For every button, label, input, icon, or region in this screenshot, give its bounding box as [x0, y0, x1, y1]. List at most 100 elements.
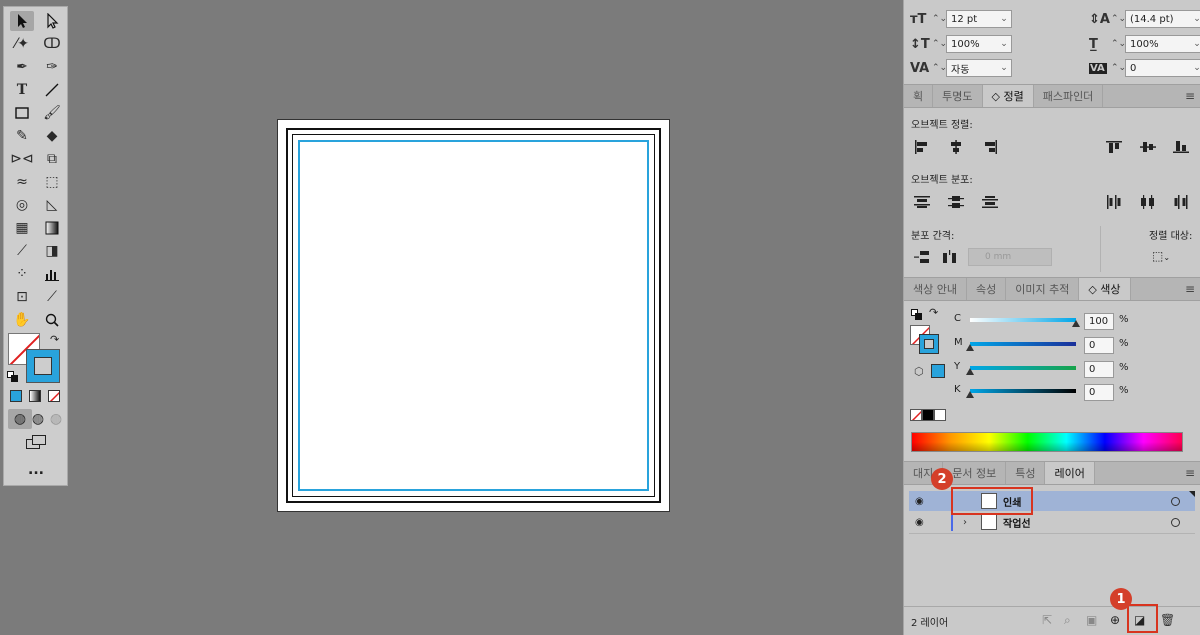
visibility-eye-icon[interactable]: ◉	[915, 496, 924, 507]
kerning-combo[interactable]: 자동 ⌄	[946, 59, 1012, 77]
gradient-mode-button[interactable]	[29, 390, 41, 402]
none-mode-button[interactable]	[48, 390, 60, 402]
color-mode-button[interactable]	[10, 390, 22, 402]
cyan-slider[interactable]	[970, 318, 1076, 322]
swap-fill-stroke-icon[interactable]: ↷	[50, 333, 59, 346]
lasso-tool-icon[interactable]: ↀ	[40, 34, 64, 54]
yellow-value-input[interactable]: 0	[1084, 361, 1114, 378]
tab-color-guide[interactable]: 색상 안내	[904, 278, 967, 300]
artboard-tool-icon[interactable]: ⊡	[10, 287, 34, 307]
align-left-icon[interactable]	[913, 139, 931, 155]
panel-menu-icon[interactable]: ≡	[1185, 89, 1195, 103]
magenta-slider-knob[interactable]	[966, 344, 974, 351]
export-icon[interactable]: ⇱	[1042, 613, 1052, 627]
cyan-value-input[interactable]: 100	[1084, 313, 1114, 330]
default-fill-stroke-icon[interactable]	[7, 371, 19, 383]
expand-arrow-icon[interactable]: ›	[963, 517, 967, 528]
perspective-grid-tool-icon[interactable]: ◺	[40, 195, 64, 215]
black-slider[interactable]	[970, 389, 1076, 393]
align-vertical-center-icon[interactable]	[1139, 139, 1157, 155]
screen-mode-icon[interactable]	[26, 435, 48, 451]
new-sublayer-icon[interactable]: ⊕	[1110, 613, 1120, 627]
locate-object-icon[interactable]: ⌕	[1064, 613, 1071, 628]
kerning-spinner[interactable]: ⌃⌄	[932, 63, 947, 73]
leading-spinner[interactable]: ⌃⌄	[1111, 14, 1126, 24]
tab-pathfinder[interactable]: 패스파인더	[1034, 85, 1104, 107]
distribute-vertical-space-icon[interactable]	[913, 249, 931, 265]
distribute-bottom-icon[interactable]	[981, 194, 999, 210]
align-to-selection-dropdown[interactable]: ⬚⌄	[1152, 249, 1170, 263]
yellow-slider[interactable]	[970, 366, 1076, 370]
clipping-mask-icon[interactable]: ▣	[1086, 613, 1097, 627]
trash-icon[interactable]: 🗑	[1160, 613, 1175, 627]
distribute-left-icon[interactable]	[1105, 194, 1123, 210]
out-of-gamut-icon[interactable]: ⬡	[914, 365, 924, 378]
panel-menu-icon[interactable]: ≡	[1185, 466, 1195, 480]
type-tool-icon[interactable]: T	[10, 80, 34, 100]
distribute-vertical-center-icon[interactable]	[947, 194, 965, 210]
distribute-right-icon[interactable]	[1172, 194, 1190, 210]
black-color-swatch[interactable]	[922, 409, 934, 421]
selection-tool-icon[interactable]	[10, 11, 34, 31]
tab-stroke[interactable]: 획	[904, 85, 934, 107]
draw-inside-icon[interactable]: ◍	[44, 409, 68, 429]
width-tool-icon[interactable]: ≈	[10, 172, 34, 192]
spacing-input[interactable]: 0 mm	[968, 248, 1052, 266]
column-graph-tool-icon[interactable]	[40, 264, 64, 284]
layer-name[interactable]: 작업선	[1003, 515, 1031, 530]
blend-tool-icon[interactable]: ◨	[40, 241, 64, 261]
align-horizontal-center-icon[interactable]	[947, 139, 965, 155]
rectangle-tool-icon[interactable]	[10, 103, 34, 123]
tracking-combo[interactable]: 0 ⌄	[1125, 59, 1200, 77]
layer-target-icon[interactable]	[1171, 517, 1180, 527]
free-transform-tool-icon[interactable]: ⬚	[40, 172, 64, 192]
closest-web-color-swatch[interactable]	[931, 364, 945, 378]
artboard[interactable]	[277, 119, 670, 512]
magenta-slider[interactable]	[970, 342, 1076, 346]
panel-menu-icon[interactable]: ≡	[1185, 282, 1195, 296]
tracking-spinner[interactable]: ⌃⌄	[1111, 63, 1126, 73]
align-top-icon[interactable]	[1105, 139, 1123, 155]
hand-tool-icon[interactable]: ✋	[10, 310, 34, 330]
stroke-swatch[interactable]	[26, 349, 60, 383]
tab-image-trace[interactable]: 이미지 추적	[1006, 278, 1080, 300]
edit-toolbar-button[interactable]: ...	[28, 462, 44, 478]
color-spectrum-ramp[interactable]	[911, 432, 1183, 452]
line-tool-icon[interactable]	[40, 80, 64, 100]
black-value-input[interactable]: 0	[1084, 384, 1114, 401]
shape-builder-tool-icon[interactable]: ◎	[10, 195, 34, 215]
distribute-top-icon[interactable]	[913, 194, 931, 210]
scale-tool-icon[interactable]: ⧉	[40, 149, 64, 169]
tab-attributes[interactable]: 속성	[967, 278, 1007, 300]
distribute-horizontal-space-icon[interactable]	[941, 249, 959, 265]
magic-wand-tool-icon[interactable]: ⁄✦	[10, 34, 34, 54]
default-colors-icon[interactable]	[911, 309, 922, 320]
tab-transparency[interactable]: 투명도	[933, 85, 983, 107]
horizontal-scale-combo[interactable]: 100% ⌄	[1125, 35, 1200, 53]
slice-tool-icon[interactable]: ⟋	[40, 287, 64, 307]
align-right-icon[interactable]	[981, 139, 999, 155]
white-color-swatch[interactable]	[934, 409, 946, 421]
magenta-value-input[interactable]: 0	[1084, 337, 1114, 354]
font-size-combo[interactable]: 12 pt ⌄	[946, 10, 1012, 28]
tab-color[interactable]: ◇ 색상	[1079, 278, 1131, 300]
distribute-horizontal-center-icon[interactable]	[1139, 194, 1157, 210]
eraser-tool-icon[interactable]: ◆	[40, 126, 64, 146]
mesh-tool-icon[interactable]: ▦	[10, 218, 34, 238]
yellow-slider-knob[interactable]	[966, 368, 974, 375]
eyedropper-tool-icon[interactable]: ⟋	[10, 241, 34, 261]
layer-target-icon[interactable]	[1171, 496, 1180, 506]
pencil-tool-icon[interactable]: ✎	[10, 126, 34, 146]
zoom-tool-icon[interactable]	[40, 310, 64, 330]
horizontal-scale-spinner[interactable]: ⌃⌄	[1111, 39, 1126, 49]
tab-layers[interactable]: 레이어	[1045, 462, 1095, 484]
font-size-spinner[interactable]: ⌃⌄	[932, 14, 947, 24]
symbol-sprayer-tool-icon[interactable]: ⁘	[10, 264, 34, 284]
vertical-scale-spinner[interactable]: ⌃⌄	[932, 39, 947, 49]
layer-row[interactable]: ◉ › 작업선	[909, 512, 1195, 532]
visibility-eye-icon[interactable]: ◉	[915, 517, 924, 528]
gradient-tool-icon[interactable]	[40, 218, 64, 238]
swap-colors-icon[interactable]: ↷	[929, 306, 938, 319]
color-panel-stroke-swatch[interactable]	[919, 334, 939, 354]
tab-appearance[interactable]: 특성	[1006, 462, 1046, 484]
